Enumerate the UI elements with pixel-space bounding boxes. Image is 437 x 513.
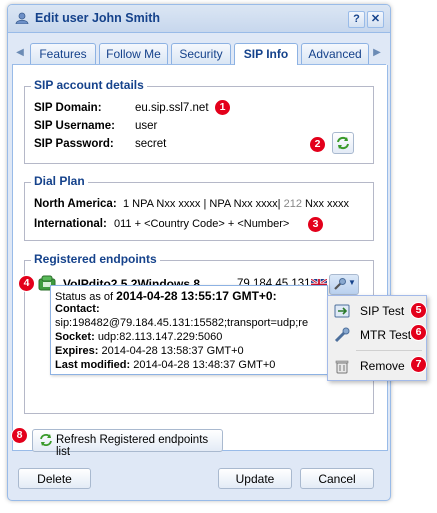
menu-label-sip-test: SIP Test <box>360 304 405 318</box>
registered-endpoints-legend: Registered endpoints <box>31 252 160 266</box>
badge-6: 6 <box>411 325 426 340</box>
north-america-value: 1 NPA Nxx xxxx | NPA Nxx xxxx| 212 Nxx x… <box>123 198 349 210</box>
delete-button[interactable]: Delete <box>18 468 91 489</box>
sip-username-value: user <box>135 120 158 132</box>
tools-icon <box>334 278 346 290</box>
north-america-pattern: 1 NPA Nxx xxxx | NPA Nxx xxxx| <box>123 198 281 210</box>
sip-password-value: secret <box>135 138 167 150</box>
menu-label-remove: Remove <box>360 359 405 373</box>
dial-plan-fieldset: Dial Plan North America: 1 NPA Nxx xxxx … <box>24 174 374 241</box>
sip-account-legend: SIP account details <box>31 78 147 92</box>
window-title: Edit user John Smith <box>35 11 161 25</box>
sip-account-fieldset: SIP account details SIP Domain: eu.sip.s… <box>24 78 374 164</box>
tooltip-modified-label: Last modified: <box>55 359 131 371</box>
refresh-icon <box>337 136 349 150</box>
tab-strip: ◀ Features Follow Me Security SIP Info A… <box>12 39 386 65</box>
sip-domain-label: SIP Domain: <box>34 102 102 114</box>
tab-follow-me[interactable]: Follow Me <box>99 43 168 64</box>
badge-7: 7 <box>411 357 426 372</box>
tooltip-contact-label: Contact: <box>55 303 100 315</box>
international-value: 011 + <Country Code> + <Number> <box>114 218 290 230</box>
tooltip-status-line: Status as of 2014-04-28 13:55:17 GMT+0: <box>55 289 277 303</box>
sip-test-icon <box>334 304 350 318</box>
tooltip-contact-value: sip:198482@79.184.45.131:15582;transport… <box>55 317 309 329</box>
refresh-icon <box>40 434 52 446</box>
window-titlebar[interactable]: Edit user John Smith ? ✕ <box>8 5 390 33</box>
dial-plan-legend: Dial Plan <box>31 174 88 188</box>
menu-label-mtr-test: MTR Test <box>360 328 412 342</box>
tab-sip-info[interactable]: SIP Info <box>234 43 298 65</box>
tab-security[interactable]: Security <box>171 43 231 64</box>
edit-user-window: Edit user John Smith ? ✕ ◀ Features Foll… <box>7 4 391 501</box>
mtr-test-icon <box>334 327 350 343</box>
endpoint-status-tooltip: Status as of 2014-04-28 13:55:17 GMT+0: … <box>50 285 328 375</box>
user-icon <box>15 12 29 24</box>
north-america-area-code: 212 <box>283 198 302 210</box>
badge-4: 4 <box>19 276 34 291</box>
sip-domain-value: eu.sip.ssl7.net <box>135 102 209 114</box>
tab-scroll-left-icon[interactable]: ◀ <box>14 44 26 62</box>
tab-advanced[interactable]: Advanced <box>301 43 369 64</box>
endpoint-actions-button[interactable]: ▼ <box>329 274 359 295</box>
badge-8: 8 <box>12 428 27 443</box>
chevron-down-icon: ▼ <box>348 278 356 287</box>
badge-3: 3 <box>308 217 323 232</box>
tooltip-status-prefix: Status as of <box>55 291 114 303</box>
help-button[interactable]: ? <box>348 11 365 28</box>
badge-5: 5 <box>411 303 426 318</box>
sip-info-panel: SIP account details SIP Domain: eu.sip.s… <box>12 65 388 451</box>
remove-icon <box>335 360 349 374</box>
cancel-button[interactable]: Cancel <box>300 468 374 489</box>
update-button[interactable]: Update <box>218 468 292 489</box>
international-label: International: <box>34 218 107 230</box>
tab-features[interactable]: Features <box>30 43 96 64</box>
north-america-label: North America: <box>34 198 117 210</box>
close-button[interactable]: ✕ <box>367 11 384 28</box>
tooltip-status-time: 2014-04-28 13:55:17 GMT+0: <box>116 289 277 303</box>
north-america-local: Nxx xxxx <box>305 198 349 210</box>
tooltip-expires-value: 2014-04-28 13:58:37 GMT+0 <box>101 345 244 357</box>
refresh-endpoints-button[interactable]: Refresh Registered endpoints list <box>32 429 223 458</box>
tooltip-socket-label: Socket: <box>55 331 95 343</box>
sip-username-label: SIP Username: <box>34 120 115 132</box>
tab-scroll-right-icon[interactable]: ▶ <box>371 44 383 62</box>
regenerate-password-button[interactable] <box>332 132 354 154</box>
tooltip-expires-label: Expires: <box>55 345 99 357</box>
tooltip-modified-value: 2014-04-28 13:48:37 GMT+0 <box>133 359 276 371</box>
sip-password-label: SIP Password: <box>34 138 114 150</box>
tooltip-socket-value: udp:82.113.147.229:5060 <box>97 331 223 343</box>
badge-2: 2 <box>310 137 325 152</box>
refresh-endpoints-label: Refresh Registered endpoints list <box>56 434 209 458</box>
badge-1: 1 <box>215 100 230 115</box>
menu-separator <box>356 350 422 351</box>
